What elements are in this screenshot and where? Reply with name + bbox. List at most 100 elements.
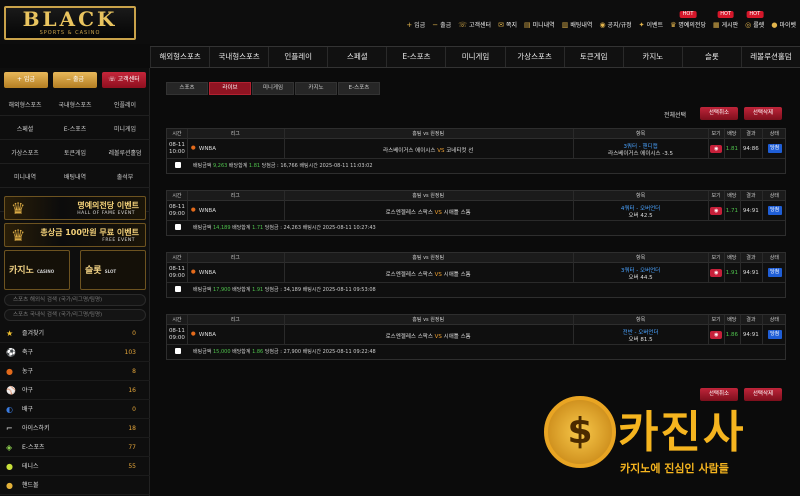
- cancel-selected-button[interactable]: 선택취소: [700, 107, 738, 120]
- sidebar-item-10[interactable]: 배팅내역: [50, 168, 100, 188]
- sidebar-item-7[interactable]: 토큰게임: [50, 144, 100, 164]
- topnav-item-4[interactable]: ▤ 미니내역: [524, 20, 555, 30]
- topnav-item-10[interactable]: HOT ◎ 룰렛: [745, 11, 765, 29]
- topnav-item-11[interactable]: ● 마이벳: [771, 20, 796, 30]
- topnav-item-8[interactable]: HOT ♛ 명예의전당: [670, 11, 706, 29]
- overseas-sports-search-input[interactable]: 스포츠 해외식 검색 (국가/리그명/팀명): [4, 294, 146, 306]
- tab-3[interactable]: 카지노: [295, 82, 337, 95]
- topnav-label: 룰렛: [753, 22, 765, 29]
- support-button[interactable]: ☏ 고객센터: [102, 72, 146, 88]
- tab-2[interactable]: 미니게임: [252, 82, 294, 95]
- hall-of-fame-banner[interactable]: ♛ 명예의전당 이벤트 HALL OF FAME EVENT: [4, 196, 146, 220]
- sport-item[interactable]: ● 테니스 55: [0, 457, 150, 476]
- deposit-button[interactable]: + 입금: [4, 72, 48, 88]
- main-nav-item-0[interactable]: 해외형스포츠: [150, 47, 209, 67]
- main-nav-item-2[interactable]: 인플레이: [268, 47, 327, 67]
- main-nav-item-4[interactable]: E-스포츠: [386, 47, 445, 67]
- slot-banner[interactable]: 슬롯 SLOT: [80, 250, 146, 290]
- main-nav-item-1[interactable]: 국내형스포츠: [209, 47, 268, 67]
- sidebar-item-4[interactable]: E-스포츠: [50, 120, 100, 140]
- select-checkbox[interactable]: [175, 162, 181, 168]
- megaphone-icon: ◉: [599, 20, 606, 29]
- select-checkbox[interactable]: [175, 286, 181, 292]
- tab-4[interactable]: E-스포츠: [338, 82, 380, 95]
- sidebar-item-2[interactable]: 인플레이: [100, 96, 150, 116]
- main-nav-item-7[interactable]: 토큰게임: [563, 47, 623, 67]
- topnav-label: 고객센터: [468, 22, 492, 29]
- sidebar-item-1[interactable]: 국내형스포츠: [50, 96, 100, 116]
- header-status: 상태: [769, 131, 779, 137]
- withdraw-button[interactable]: − 출금: [53, 72, 97, 88]
- header-status: 상태: [769, 317, 779, 323]
- main-nav-item-3[interactable]: 스페셜: [327, 47, 386, 67]
- sidebar-item-0[interactable]: 해외형스포츠: [0, 96, 50, 116]
- topnav-item-0[interactable]: + 입금: [406, 20, 425, 30]
- select-checkbox[interactable]: [175, 224, 181, 230]
- free-event-banner[interactable]: ♛ 총상금 100만원 무료 이벤트 FREE EVENT: [4, 223, 146, 247]
- topnav-label: 공지/규정: [607, 22, 632, 29]
- topnav-item-6[interactable]: ◉ 공지/규정: [599, 20, 632, 30]
- view-eye-icon[interactable]: ◉: [710, 269, 723, 277]
- plus-icon: +: [17, 76, 24, 83]
- sport-item[interactable]: ★ 즐겨찾기 0: [0, 324, 150, 343]
- user-icon: ●: [771, 20, 778, 29]
- sport-item[interactable]: ⌐ 아이스하키 18: [0, 419, 150, 438]
- main-nav-item-8[interactable]: 카지노: [622, 47, 682, 67]
- sport-item[interactable]: ● 농구 8: [0, 362, 150, 381]
- domestic-sports-search-input[interactable]: 스포츠 국내식 검색 (국가/리그명/팀명): [4, 309, 146, 321]
- delete-selected-button[interactable]: 선택삭제: [744, 107, 782, 120]
- slot-banner-title: 슬롯 SLOT: [85, 266, 117, 276]
- header-time: 시간: [172, 131, 182, 137]
- bet-slip-header: 시간 리그 홈팀 vs 원정팀 항목 보기 배당 결과 상태: [167, 129, 785, 139]
- sport-item[interactable]: ◈ E-스포츠 77: [0, 438, 150, 457]
- odds-value: 1.91: [725, 270, 738, 276]
- header-view: 보기: [711, 317, 721, 323]
- topnav-item-5[interactable]: ▥ 배팅내역: [561, 20, 593, 30]
- topnav-item-2[interactable]: ☏ 고객센터: [458, 20, 492, 30]
- main-nav-item-5[interactable]: 미니게임: [445, 47, 504, 67]
- soccer-icon: ⚽: [6, 348, 16, 357]
- topnav-item-3[interactable]: ✉ 쪽지: [498, 20, 517, 30]
- sidebar-item-5[interactable]: 미니게임: [100, 120, 150, 140]
- view-eye-icon[interactable]: ◉: [710, 207, 723, 215]
- roulette-icon: ◎: [745, 20, 752, 29]
- status-badge: 당첨: [767, 206, 782, 215]
- match-time: 09:00: [169, 335, 185, 341]
- topnav-item-7[interactable]: ✦ 이벤트: [639, 20, 664, 30]
- league-name: WNBA: [198, 208, 216, 214]
- topnav-item-1[interactable]: − 출금: [432, 20, 451, 30]
- sport-item[interactable]: ● 핸드볼: [0, 476, 150, 495]
- select-checkbox[interactable]: [175, 348, 181, 354]
- sport-item[interactable]: ⚽ 축구 103: [0, 343, 150, 362]
- select-all-label[interactable]: 전체선택: [664, 110, 686, 119]
- pick-selection: 라스베이거스 에이시스 -3.5: [608, 151, 673, 157]
- casino-banner[interactable]: 카지노 CASINO: [4, 250, 70, 290]
- tab-1[interactable]: 라이브: [209, 82, 251, 95]
- logo[interactable]: BLACK SPORTS & CASINO: [4, 6, 136, 40]
- view-eye-icon[interactable]: ◉: [710, 145, 723, 153]
- result-score: 94:91: [742, 208, 759, 214]
- sidebar-item-6[interactable]: 가상스포츠: [0, 144, 50, 164]
- sport-item[interactable]: ⚾ 야구 16: [0, 381, 150, 400]
- tab-0[interactable]: 스포츠: [166, 82, 208, 95]
- column-divider: [740, 129, 741, 159]
- league-name: WNBA: [198, 332, 216, 338]
- bet-slip-row: 08-11 10:00 ● WNBA 라스베이거스 에이시스 VS 코네티컷 선 3쿼터 …: [167, 139, 785, 159]
- topnav-label: 이벤트: [646, 22, 664, 29]
- sidebar-item-9[interactable]: 미니내역: [0, 168, 50, 188]
- top-nav: + 입금 − 출금 ☏ 고객센터 ✉ 쪽지 ▤ 미니내역 ▥ 배팅내역 ◉ 공지/규정 ✦ 이벤트 HOT ♛ 명예…: [406, 11, 796, 30]
- column-divider: [761, 129, 763, 159]
- main-nav-item-9[interactable]: 슬롯: [681, 47, 741, 67]
- main-nav-item-6[interactable]: 가상스포츠: [504, 47, 564, 67]
- view-eye-icon[interactable]: ◉: [710, 331, 723, 339]
- basketball-icon: ●: [190, 269, 196, 275]
- main-nav: 해외형스포츠 국내형스포츠 인플레이 스페셜 E-스포츠 미니게임 가상스포츠 토큰게임 카지노…: [150, 46, 800, 68]
- sport-item[interactable]: ◐ 배구 0: [0, 400, 150, 419]
- main-nav-item-10[interactable]: 레볼루션홀덤: [740, 47, 800, 67]
- receipt-icon: ▥: [561, 20, 569, 29]
- sidebar-item-11[interactable]: 출석부: [100, 168, 150, 188]
- topnav-item-9[interactable]: HOT ▦ 게시판: [713, 11, 738, 29]
- sidebar-item-3[interactable]: 스페셜: [0, 120, 50, 140]
- sport-name: 야구: [22, 387, 34, 394]
- sidebar-item-8[interactable]: 레볼루션홀덤: [100, 144, 150, 164]
